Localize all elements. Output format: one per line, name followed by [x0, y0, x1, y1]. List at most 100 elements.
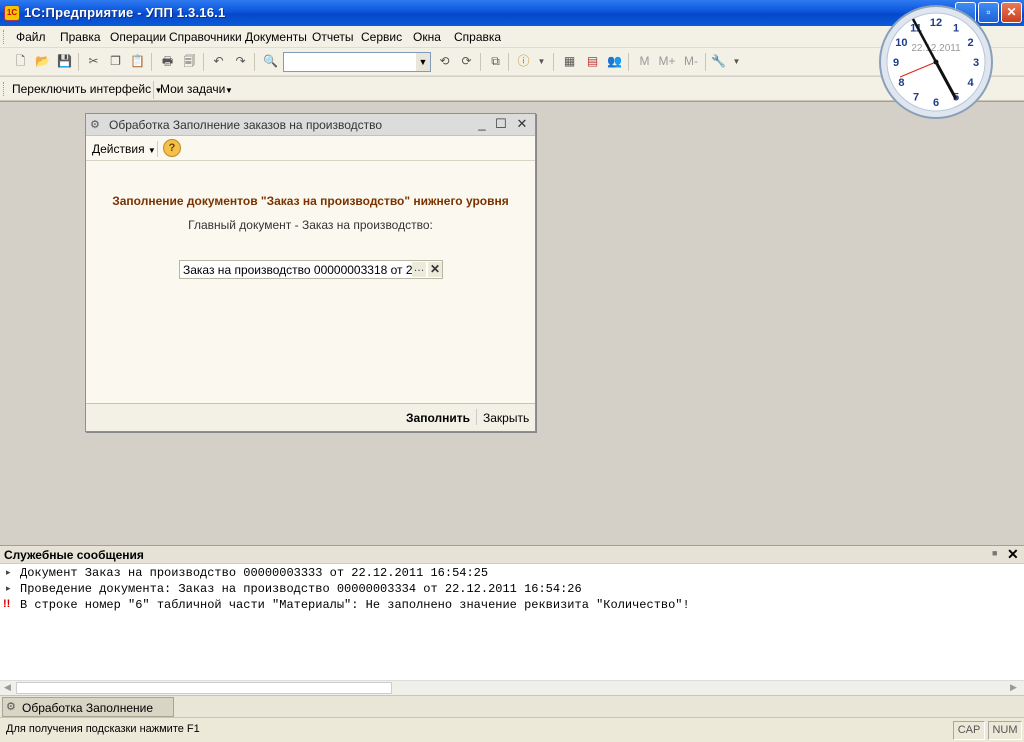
windows-list-icon[interactable]: ⧉ — [487, 53, 504, 70]
fill-button[interactable]: Заполнить — [406, 411, 470, 425]
clock-numeral: 10 — [895, 37, 907, 49]
error-marker-icon: !! — [3, 598, 11, 610]
menu-edit[interactable]: Правка — [60, 30, 101, 44]
paste-icon[interactable]: 📋 — [129, 53, 146, 70]
title-bar: 1C 1С:Предприятие - УПП 1.3.16.1 _ ▫ ✕ — [0, 0, 1024, 26]
message-marker-icon: ▸ — [6, 583, 11, 593]
command-separator — [157, 141, 158, 157]
tools-icon[interactable]: 🔧 — [710, 53, 727, 70]
message-line-error[interactable]: В строке номер "6" табличной части "Мате… — [20, 598, 690, 612]
select-document-button[interactable]: … — [412, 262, 426, 277]
redo-icon[interactable]: ↷ — [232, 53, 249, 70]
dialog-title-bar[interactable]: ⚙ Обработка Заполнение заказов на произв… — [86, 114, 535, 136]
calculator-icon[interactable]: ▦ — [561, 53, 578, 70]
panel-bar: Переключить интерфейс ▼ Мои задачи ▼ — [0, 77, 1024, 101]
calendar-icon[interactable]: ▤ — [584, 53, 601, 70]
menubar-grip[interactable] — [3, 30, 6, 44]
scrollbar-thumb[interactable] — [16, 682, 392, 694]
menu-file[interactable]: Файл — [16, 30, 46, 44]
memory-minus-button[interactable]: M- — [680, 53, 702, 70]
my-tasks-button[interactable]: Мои задачи — [160, 82, 225, 96]
undo-icon[interactable]: ↶ — [210, 53, 227, 70]
menu-reports[interactable]: Отчеты — [312, 30, 353, 44]
clock-numeral: 8 — [898, 77, 904, 89]
horizontal-scrollbar[interactable]: ◀ ▶ — [0, 680, 1024, 695]
processing-icon: ⚙ — [6, 701, 16, 713]
menu-help[interactable]: Справка — [454, 30, 501, 44]
toolbar-separator — [153, 81, 154, 99]
search-input[interactable]: ▼ — [283, 52, 431, 72]
toolbar-separator — [203, 53, 204, 71]
clock-numeral: 2 — [968, 37, 974, 49]
menu-operations[interactable]: Операции — [110, 30, 166, 44]
switch-interface-label: Переключить интерфейс — [12, 82, 152, 96]
close-dialog-button[interactable]: Закрыть — [483, 411, 529, 425]
new-document-icon[interactable]: 🗋 — [12, 53, 29, 70]
message-line[interactable]: Проведение документа: Заказ на производс… — [20, 582, 582, 596]
scroll-right-icon[interactable]: ▶ — [1010, 682, 1017, 693]
toolbar-separator — [151, 53, 152, 71]
clock-numeral: 4 — [968, 77, 975, 89]
panel-grip[interactable] — [3, 82, 6, 96]
main-document-field[interactable]: Заказ на производство 00000003318 от 22.… — [179, 260, 443, 279]
cut-icon[interactable]: ✂ — [85, 53, 102, 70]
dialog-close-button[interactable]: ✕ — [514, 116, 530, 132]
search-prev-icon[interactable]: ⟲ — [436, 53, 453, 70]
clock-numeral: 1 — [953, 22, 959, 34]
search-next-icon[interactable]: ⟳ — [458, 53, 475, 70]
toolbar-separator — [480, 53, 481, 71]
dialog-maximize-button[interactable]: ☐ — [493, 116, 509, 132]
clear-field-icon[interactable]: ✕ — [428, 262, 442, 277]
users-icon[interactable]: 👥 — [606, 53, 623, 70]
clock-widget[interactable]: 121234567891011 22.12.2011 — [878, 4, 994, 120]
save-icon[interactable]: 💾 — [56, 53, 73, 70]
search-icon[interactable]: 🔍 — [262, 53, 279, 70]
window-taskbar: ⚙ Обработка Заполнение за... — [0, 695, 1024, 729]
menu-catalogs[interactable]: Справочники — [169, 30, 242, 44]
clock-numeral: 12 — [930, 17, 942, 29]
memory-plus-button[interactable]: M+ — [656, 53, 678, 70]
switch-interface-button[interactable]: Переключить интерфейс ▼ — [12, 82, 162, 96]
memory-button[interactable]: M — [636, 53, 653, 70]
main-document-value: Заказ на производство 00000003318 от 22.… — [183, 263, 413, 277]
close-messages-button[interactable]: ✕ — [1007, 546, 1019, 563]
caps-lock-indicator: CAP — [953, 721, 985, 740]
pin-icon[interactable]: ■ — [992, 548, 997, 558]
info-icon[interactable]: ⓘ — [515, 53, 532, 70]
main-document-label: Главный документ - Заказ на производство… — [188, 218, 433, 232]
help-icon[interactable]: ? — [163, 139, 181, 157]
dialog-command-bar: Действия ▼ ? — [86, 136, 535, 161]
chevron-down-icon[interactable]: ▼ — [416, 53, 430, 71]
my-tasks-label: Мои задачи — [160, 82, 226, 96]
close-window-button[interactable]: ✕ — [1001, 2, 1022, 23]
actions-label: Действия — [92, 142, 145, 156]
chevron-down-icon[interactable]: ▼ — [225, 86, 233, 95]
toolbar-separator — [78, 53, 79, 71]
menu-documents[interactable]: Документы — [245, 30, 307, 44]
num-lock-indicator: NUM — [988, 721, 1022, 740]
scroll-left-icon[interactable]: ◀ — [4, 682, 11, 693]
chevron-down-icon[interactable]: ▼ — [728, 53, 745, 70]
dialog-minimize-button[interactable]: _ — [474, 116, 490, 132]
clock-date: 22.12.2011 — [911, 43, 961, 54]
processing-icon: ⚙ — [90, 119, 100, 131]
print-preview-icon[interactable]: 🗐 — [181, 53, 198, 70]
copy-icon[interactable]: ❐ — [107, 53, 124, 70]
clock-numeral: 6 — [933, 97, 939, 109]
menu-bar: Файл Правка Операции Справочники Докумен… — [0, 26, 1024, 48]
dialog-title: Обработка Заполнение заказов на производ… — [109, 118, 383, 132]
menu-service[interactable]: Сервис — [361, 30, 402, 44]
chevron-down-icon[interactable]: ▼ — [533, 53, 550, 70]
actions-menu-button[interactable]: Действия ▼ — [92, 142, 156, 156]
processing-dialog: ⚙ Обработка Заполнение заказов на произв… — [85, 113, 536, 432]
dialog-footer: Заполнить Закрыть — [86, 403, 535, 431]
app-logo-icon: 1C — [4, 5, 20, 21]
message-line[interactable]: Документ Заказ на производство 000000033… — [20, 566, 488, 580]
menu-windows[interactable]: Окна — [413, 30, 441, 44]
open-folder-icon[interactable]: 📂 — [34, 53, 51, 70]
taskbar-tab-processing[interactable]: ⚙ Обработка Заполнение за... — [2, 697, 174, 729]
dialog-heading: Заполнение документов "Заказ на производ… — [112, 194, 509, 208]
toolbar-separator — [508, 53, 509, 71]
print-icon[interactable]: 🖶 — [159, 53, 176, 70]
toolbar-separator — [705, 53, 706, 71]
